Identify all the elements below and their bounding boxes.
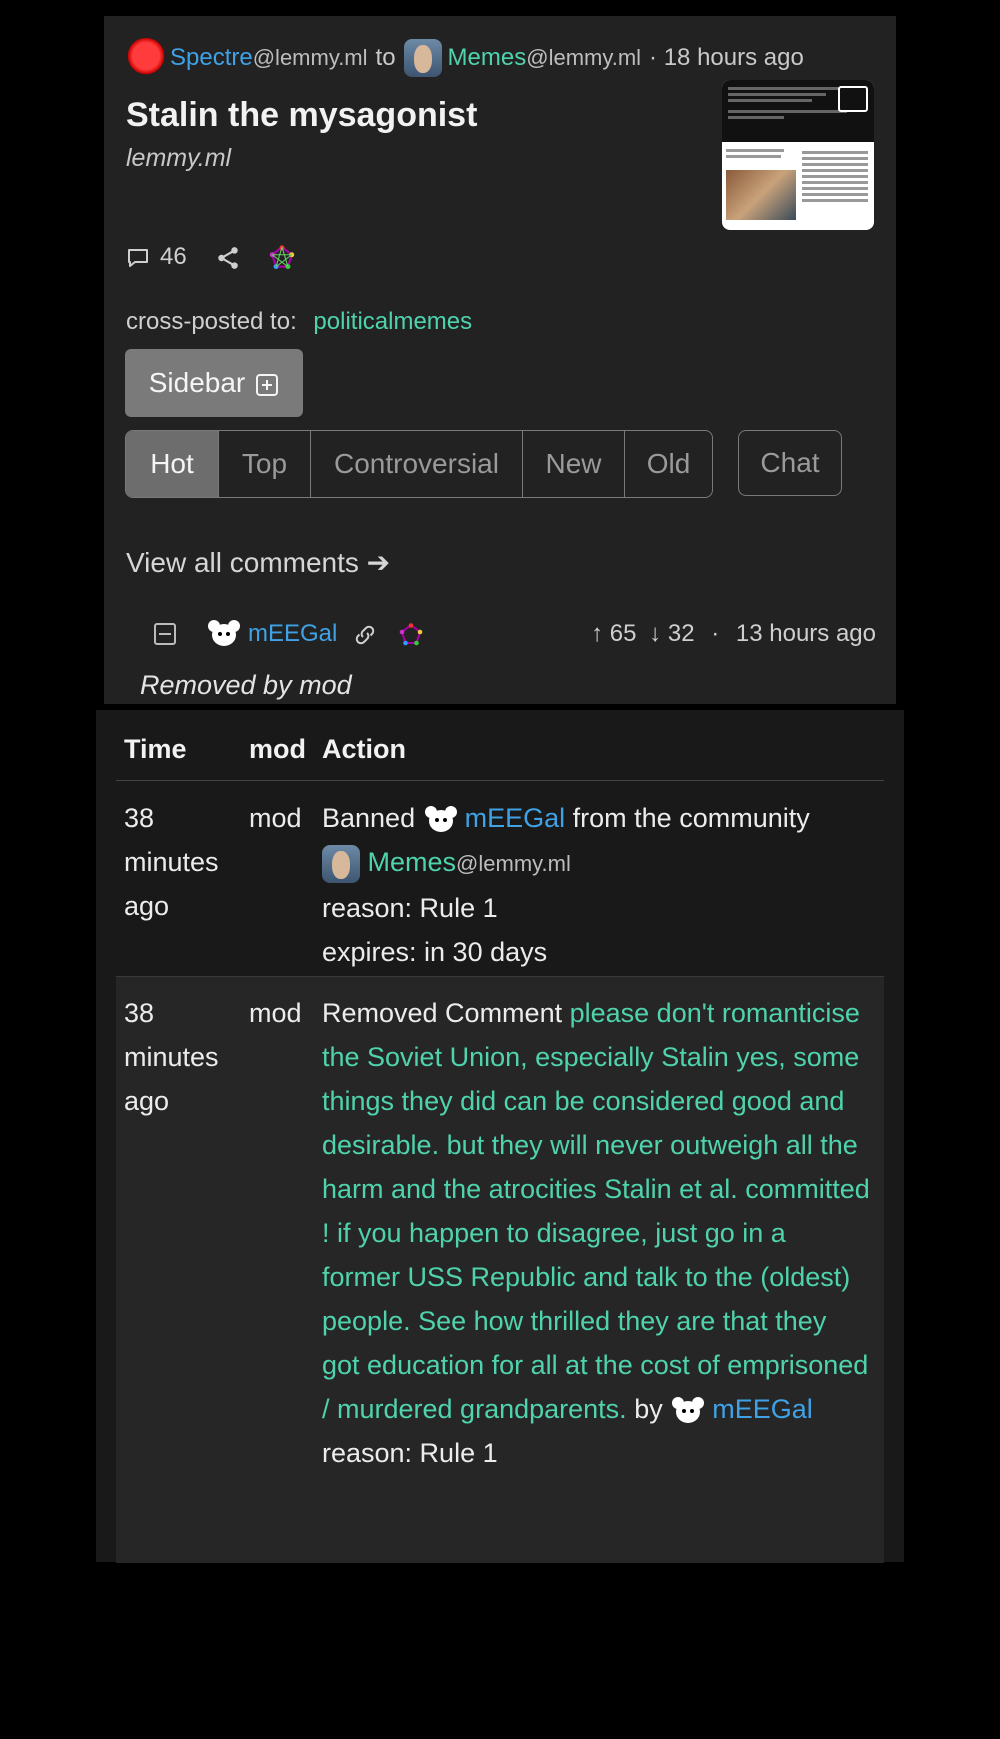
author-instance[interactable]: @lemmy.ml [253,45,368,71]
link-icon[interactable] [353,620,377,648]
removal-reason: reason: Rule 1 [322,1438,498,1468]
row-action: Removed Comment please don't romanticise… [322,991,870,1475]
removed-comment-link[interactable]: please don't romanticise the Soviet Unio… [322,998,870,1424]
share-icon[interactable] [215,243,241,271]
community-link[interactable]: Memes [368,847,457,877]
crosspost-community-link[interactable]: politicalmemes [313,308,472,335]
downvote-count: 32 [667,620,695,647]
user-avatar-icon[interactable] [670,1396,706,1425]
comments-icon[interactable] [126,243,150,271]
author-link[interactable]: Spectre [170,44,253,72]
row-time: 38 minutes ago [124,803,219,921]
community-instance[interactable]: @lemmy.ml [456,851,571,876]
table-row: 38 minutes ago mod Banned mEEGal from th… [116,782,884,974]
fediverse-icon[interactable] [269,243,295,271]
action-type: Removed Comment [322,998,563,1028]
upvote-count: 65 [609,620,637,647]
to-word: to [375,44,396,71]
downvote-icon[interactable]: ↓ [649,620,661,647]
comment-votes: ↑ 65 ↓ 32 · 13 hours ago [591,620,876,647]
header-time: Time [124,734,187,764]
comment-header: mEEGal ↑ 65 ↓ 32 · 13 hours ago [154,614,876,654]
fediverse-icon[interactable] [399,620,423,648]
modlog-table: Time mod Action 38 minutes ago mod Banne… [96,710,904,1563]
post-title[interactable]: Stalin the mysagonist [126,96,477,135]
upvote-icon[interactable]: ↑ [591,620,603,647]
community-avatar[interactable] [322,844,360,883]
crosspost-line: cross-posted to: politicalmemes [126,308,472,336]
community-instance[interactable]: @lemmy.ml [526,45,641,71]
chat-button[interactable]: Chat [738,430,842,496]
comment-author-link[interactable]: mEEGal [248,620,337,648]
post-time: · 18 hours ago [649,44,804,71]
crosspost-label: cross-posted to: [126,308,297,335]
post-meta-row: 46 [126,242,295,272]
tab-old[interactable]: Old [624,431,712,497]
post-domain[interactable]: lemmy.ml [126,144,231,173]
expand-plus-icon [255,367,279,399]
table-row: 38 minutes ago mod Removed Comment pleas… [116,976,884,1563]
row-mod: mod [249,998,302,1028]
post-thumbnail[interactable] [722,80,874,230]
collapse-icon[interactable] [154,623,176,645]
tab-top[interactable]: Top [218,431,310,497]
by-word: by [634,1394,663,1424]
sidebar-button[interactable]: Sidebar [125,349,303,417]
ban-reason: reason: Rule 1 [322,893,498,923]
community-avatar[interactable] [403,39,442,77]
image-icon [838,86,868,112]
user-avatar-icon[interactable] [206,620,242,648]
header-mod: mod [249,734,306,764]
comment-sort-tabs: Hot Top Controversial New Old [125,430,713,498]
ban-expires: expires: in 30 days [322,937,548,967]
sidebar-button-label: Sidebar [148,367,246,398]
banned-user-link[interactable]: mEEGal [465,803,566,833]
row-action: Banned mEEGal from the community Memes@l… [322,796,870,974]
row-time: 38 minutes ago [124,998,219,1116]
comment-time: 13 hours ago [735,620,876,647]
author-avatar[interactable] [126,38,166,78]
post-byline: Spectre @lemmy.ml to Memes @lemmy.ml · 1… [126,36,804,80]
post-card: Spectre @lemmy.ml to Memes @lemmy.ml · 1… [104,16,896,704]
community-link[interactable]: Memes [448,44,527,72]
header-action: Action [322,734,406,764]
tab-new[interactable]: New [522,431,624,497]
comment-body: Removed by mod [140,670,352,700]
row-mod: mod [249,803,302,833]
action-type: Banned [322,803,416,833]
view-all-comments-link[interactable]: View all comments ➔ [126,546,390,579]
modlog-header-row: Time mod Action [116,718,884,781]
tab-controversial[interactable]: Controversial [310,431,522,497]
action-suffix: from the community [572,803,810,833]
comment-count[interactable]: 46 [160,243,187,271]
user-avatar-icon[interactable] [423,805,459,834]
tab-hot[interactable]: Hot [126,431,218,497]
comment-author-link[interactable]: mEEGal [712,1394,813,1424]
